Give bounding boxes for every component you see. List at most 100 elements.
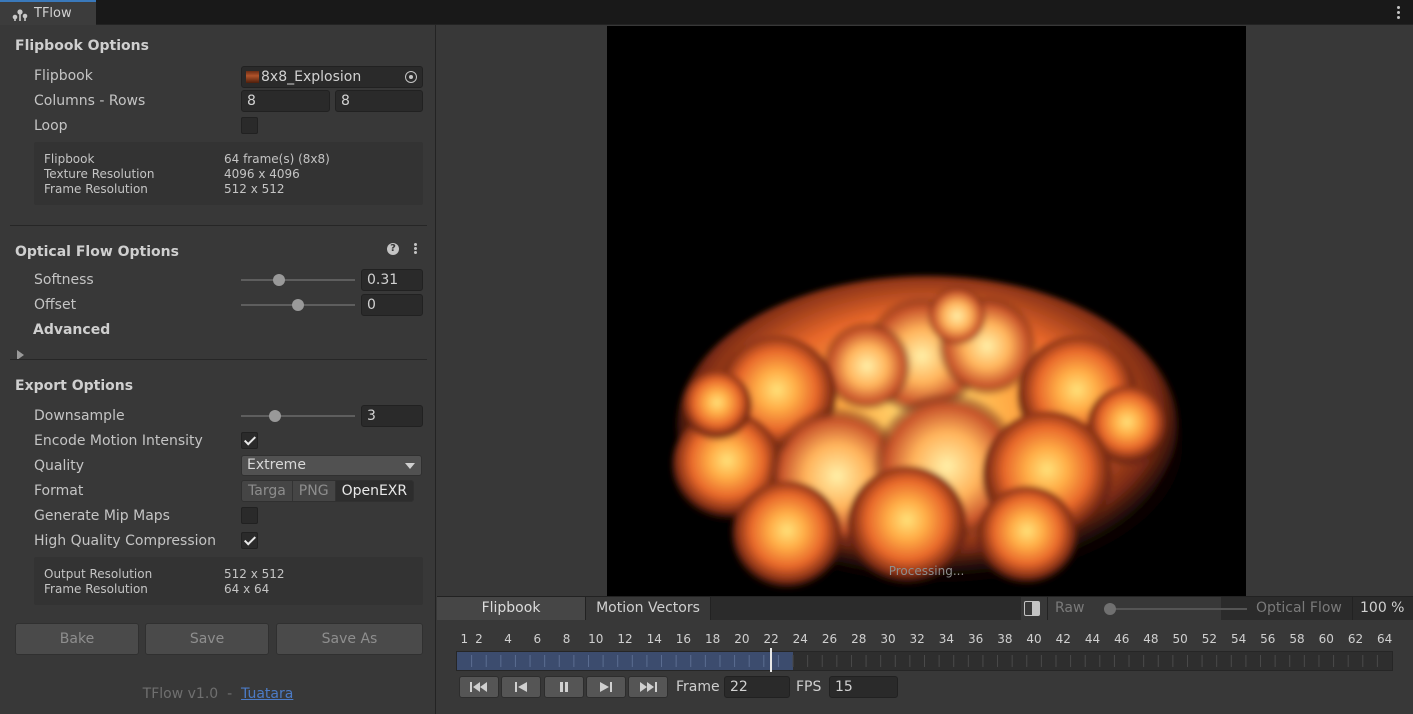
first-frame-button[interactable] xyxy=(459,676,499,698)
offset-slider[interactable] xyxy=(241,299,355,311)
format-option-openexr[interactable]: OpenEXR xyxy=(335,481,414,501)
downsample-slider-thumb[interactable] xyxy=(268,410,281,422)
section-divider xyxy=(10,225,427,226)
window-tab-label: TFlow xyxy=(34,6,72,21)
advanced-foldout[interactable]: Advanced xyxy=(33,322,110,338)
tflow-icon xyxy=(12,8,28,21)
rows-input[interactable]: 8 xyxy=(335,90,423,112)
loop-checkbox[interactable] xyxy=(241,117,258,134)
optical-flow-label: Optical Flow xyxy=(1256,600,1342,616)
zoom-level[interactable]: 100 % xyxy=(1360,600,1404,616)
previous-frame-button[interactable] xyxy=(501,676,541,698)
texture-thumbnail-icon xyxy=(246,71,259,83)
tuatara-link[interactable]: Tuatara xyxy=(241,686,293,702)
format-selector[interactable]: Targa PNG OpenEXR xyxy=(241,480,415,502)
format-option-png[interactable]: PNG xyxy=(292,481,336,501)
preview-viewport: Processing... xyxy=(437,25,1413,596)
blend-slider-thumb[interactable] xyxy=(1104,603,1116,615)
quality-dropdown[interactable]: Extreme xyxy=(241,455,422,476)
downsample-label: Downsample xyxy=(34,408,125,424)
section-menu-icon[interactable] xyxy=(412,242,418,256)
frame-tick-label: 40 xyxy=(1026,632,1042,646)
footer: TFlow v1.0 - Tuatara xyxy=(0,686,436,702)
blend-slider[interactable] xyxy=(1104,603,1247,615)
quality-label: Quality xyxy=(34,458,85,474)
frame-tick-label: 46 xyxy=(1114,632,1130,646)
softness-input[interactable]: 0.31 xyxy=(361,269,423,291)
window-menu-icon[interactable] xyxy=(1393,4,1403,20)
quality-value: Extreme xyxy=(247,457,306,473)
pause-button[interactable] xyxy=(544,676,584,698)
downsample-slider[interactable] xyxy=(241,410,355,422)
frame-tick-label: 48 xyxy=(1143,632,1159,646)
frame-tick-label: 28 xyxy=(851,632,867,646)
flipbook-info-box: Flipbook 64 frame(s) (8x8) Texture Resol… xyxy=(34,142,423,205)
window-tab[interactable]: TFlow xyxy=(0,0,96,25)
frame-tick-label: 24 xyxy=(792,632,808,646)
offset-slider-thumb[interactable] xyxy=(292,299,304,311)
offset-label: Offset xyxy=(34,297,77,313)
frame-tick-label: 14 xyxy=(646,632,662,646)
hq-compression-checkbox[interactable] xyxy=(241,532,258,549)
split-view-icon[interactable] xyxy=(1024,601,1040,616)
flipbook-object-field[interactable]: 8x8_Explosion xyxy=(241,66,423,88)
flipbook-preview: Processing... xyxy=(607,26,1246,596)
frame-tick-label: 30 xyxy=(880,632,896,646)
frame-tick-label: 36 xyxy=(967,632,984,646)
pause-icon xyxy=(560,682,568,692)
view-bar-separator xyxy=(1352,597,1353,621)
next-frame-button[interactable] xyxy=(586,676,626,698)
info-label: Texture Resolution xyxy=(44,167,155,181)
encode-motion-label: Encode Motion Intensity xyxy=(34,433,203,449)
frame-tick-label: 58 xyxy=(1289,632,1305,646)
version-text: TFlow v1.0 - xyxy=(142,686,242,702)
last-frame-button[interactable] xyxy=(628,676,668,698)
object-picker-icon[interactable] xyxy=(405,71,417,83)
help-icon[interactable]: ? xyxy=(387,243,399,255)
section-divider xyxy=(10,359,427,360)
frame-input[interactable]: 22 xyxy=(724,676,790,698)
frame-tick-label: 56 xyxy=(1260,632,1276,646)
softness-label: Softness xyxy=(34,272,94,288)
loop-label: Loop xyxy=(34,118,68,134)
optical-flow-options-title: Optical Flow Options xyxy=(15,244,179,260)
format-label: Format xyxy=(34,483,84,499)
bake-button[interactable]: Bake xyxy=(15,623,139,655)
softness-slider-thumb[interactable] xyxy=(272,274,285,286)
format-option-targa[interactable]: Targa xyxy=(242,481,293,501)
save-as-button[interactable]: Save As xyxy=(276,623,423,655)
processing-status: Processing... xyxy=(888,564,965,578)
frame-tick-label: 54 xyxy=(1230,632,1247,646)
columns-input[interactable]: 8 xyxy=(241,90,330,112)
timeline-frame-cells xyxy=(471,655,1378,667)
frame-tick-label: 50 xyxy=(1172,632,1188,646)
softness-slider[interactable] xyxy=(241,274,355,286)
tab-motion-vectors[interactable]: Motion Vectors xyxy=(586,597,711,621)
info-value: 512 x 512 xyxy=(224,182,285,196)
tab-flipbook[interactable]: Flipbook xyxy=(437,597,586,621)
info-value: 4096 x 4096 xyxy=(224,167,300,181)
save-button[interactable]: Save xyxy=(145,623,269,655)
info-value: 64 x 64 xyxy=(224,582,270,596)
dropdown-arrow-icon xyxy=(405,463,415,469)
timeline-track[interactable] xyxy=(456,648,1393,672)
frame-tick-label: 1 xyxy=(460,632,469,646)
flipbook-label: Flipbook xyxy=(34,68,93,84)
encode-motion-checkbox[interactable] xyxy=(241,432,258,449)
inspector-panel: Flipbook Options Flipbook 8x8_Explosion … xyxy=(0,25,436,714)
raw-label: Raw xyxy=(1055,600,1085,616)
downsample-input[interactable]: 3 xyxy=(361,405,423,427)
frame-tick-label: 18 xyxy=(705,632,721,646)
playhead[interactable] xyxy=(770,648,773,672)
offset-input[interactable]: 0 xyxy=(361,294,423,316)
frame-tick-label: 26 xyxy=(821,632,838,646)
skip-first-icon xyxy=(470,682,487,692)
mipmaps-label: Generate Mip Maps xyxy=(34,508,170,524)
fps-input[interactable]: 15 xyxy=(829,676,898,698)
frame-tick-label: 32 xyxy=(909,632,925,646)
timeline-panel: 1 2 4 6 8 10 12 14 16 18 20 22 24 26 28 30 32 34 36 38 40 42 4… xyxy=(437,620,1413,714)
skip-last-icon xyxy=(640,682,657,692)
explosion-image xyxy=(667,276,1207,596)
mipmaps-checkbox[interactable] xyxy=(241,507,258,524)
frame-label: Frame xyxy=(676,679,720,695)
